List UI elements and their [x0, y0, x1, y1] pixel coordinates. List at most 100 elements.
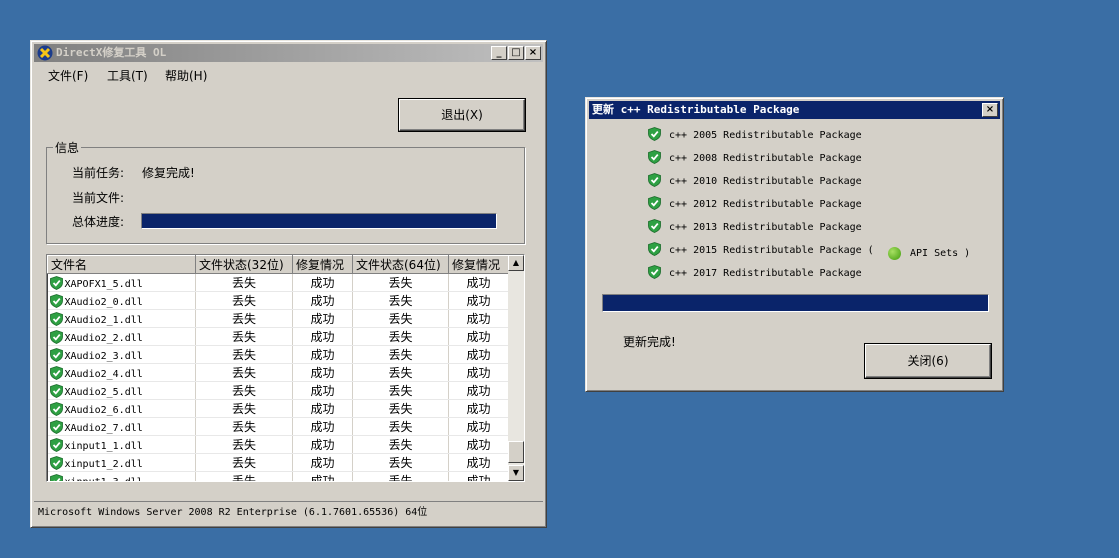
- cell-status-64: 丢失: [352, 435, 449, 454]
- table-row[interactable]: xinput1_1.dll 丢失 成功 丢失 成功: [47, 435, 509, 454]
- cell-repair-32-text: 成功: [310, 348, 335, 362]
- update-close-button[interactable]: ×: [982, 103, 998, 117]
- cell-repair-64: 成功: [448, 435, 509, 454]
- current-task-label: 当前任务:: [72, 166, 125, 180]
- package-item: c++ 2013 Redistributable Package: [648, 218, 862, 238]
- cell-filename-text: XAPOFX1_5.dll: [64, 278, 143, 290]
- cell-status-64: 丢失: [352, 471, 449, 481]
- cell-repair-32: 成功: [292, 381, 353, 400]
- cell-status-32: 丢失: [195, 435, 293, 454]
- cell-repair-32-text: 成功: [310, 312, 335, 326]
- cell-status-64-text: 丢失: [388, 366, 413, 380]
- scroll-down-button[interactable]: ▼: [508, 465, 524, 481]
- cell-status-32: 丢失: [195, 417, 293, 436]
- cell-repair-64: 成功: [448, 363, 509, 382]
- cell-status-32-text: 丢失: [231, 420, 256, 434]
- cell-filename: xinput1_1.dll: [47, 435, 196, 454]
- cell-status-64: 丢失: [352, 363, 449, 382]
- table-row[interactable]: XAudio2_3.dll 丢失 成功 丢失 成功: [47, 345, 509, 364]
- green-check-shield-icon: [648, 173, 661, 187]
- cell-status-64: 丢失: [352, 399, 449, 418]
- cell-repair-64: 成功: [448, 417, 509, 436]
- package-label: c++ 2013 Redistributable Package: [669, 222, 862, 233]
- api-sets-label: API Sets ): [910, 248, 971, 259]
- cell-status-32: 丢失: [195, 453, 293, 472]
- cell-filename: XAudio2_5.dll: [47, 381, 196, 400]
- green-check-shield-icon: [49, 275, 63, 290]
- maximize-button[interactable]: □: [508, 46, 524, 60]
- cell-filename-text: XAudio2_5.dll: [64, 386, 143, 398]
- update-close-dialog-button[interactable]: 关闭(6): [865, 344, 991, 378]
- cell-repair-32-text: 成功: [310, 402, 335, 416]
- green-check-shield-icon: [648, 242, 661, 256]
- cell-filename-text: XAudio2_7.dll: [64, 422, 143, 434]
- exit-button[interactable]: 退出(X): [399, 99, 525, 131]
- cell-repair-32: 成功: [292, 345, 353, 364]
- cell-filename-text: xinput1_1.dll: [64, 440, 143, 452]
- cell-filename-text: xinput1_3.dll: [64, 476, 143, 482]
- col-filename[interactable]: 文件名: [47, 255, 196, 274]
- cell-repair-64: 成功: [448, 327, 509, 346]
- cell-filename: XAudio2_6.dll: [47, 399, 196, 418]
- scroll-up-button[interactable]: ▲: [508, 255, 524, 271]
- table-row[interactable]: xinput1_3.dll 丢失 成功 丢失 成功: [47, 471, 509, 482]
- green-check-shield-icon: [49, 311, 63, 326]
- table-row[interactable]: XAudio2_2.dll 丢失 成功 丢失 成功: [47, 327, 509, 346]
- main-window-title: DirectX修复工具 OL: [56, 46, 167, 59]
- cell-status-32-text: 丢失: [231, 276, 256, 290]
- cell-status-64-text: 丢失: [388, 456, 413, 470]
- green-check-shield-icon: [49, 437, 63, 452]
- api-sets-icon: [888, 247, 901, 260]
- cell-status-32: 丢失: [195, 291, 293, 310]
- menu-file[interactable]: 文件(F): [48, 67, 88, 84]
- cell-status-64: 丢失: [352, 309, 449, 328]
- cell-filename: XAudio2_1.dll: [47, 309, 196, 328]
- col-repair-32[interactable]: 修复情况: [292, 255, 353, 274]
- col-status-32[interactable]: 文件状态(32位): [195, 255, 293, 274]
- cell-repair-64-text: 成功: [466, 366, 491, 380]
- col-status-64[interactable]: 文件状态(64位): [352, 255, 449, 274]
- update-progress-bar: [602, 294, 989, 312]
- update-dialog-title: 更新 c++ Redistributable Package: [592, 103, 800, 116]
- cell-status-32: 丢失: [195, 399, 293, 418]
- table-row[interactable]: XAudio2_4.dll 丢失 成功 丢失 成功: [47, 363, 509, 382]
- table-row[interactable]: XAudio2_7.dll 丢失 成功 丢失 成功: [47, 417, 509, 436]
- table-row[interactable]: XAudio2_0.dll 丢失 成功 丢失 成功: [47, 291, 509, 310]
- cell-status-32-text: 丢失: [231, 366, 256, 380]
- cell-status-32-text: 丢失: [231, 330, 256, 344]
- package-item: c++ 2008 Redistributable Package: [648, 149, 862, 169]
- scroll-thumb[interactable]: [508, 441, 524, 463]
- cell-filename-text: XAudio2_6.dll: [64, 404, 143, 416]
- table-row[interactable]: XAudio2_6.dll 丢失 成功 丢失 成功: [47, 399, 509, 418]
- cell-repair-32-text: 成功: [310, 276, 335, 290]
- cell-repair-32-text: 成功: [310, 366, 335, 380]
- main-titlebar[interactable]: DirectX修复工具 OL _ □ ×: [34, 44, 543, 62]
- green-check-shield-icon: [648, 196, 661, 210]
- cell-repair-64-text: 成功: [466, 438, 491, 452]
- cell-status-32-text: 丢失: [231, 456, 256, 470]
- cell-repair-64-text: 成功: [466, 456, 491, 470]
- file-list-scrollbar[interactable]: ▲ ▼: [508, 255, 524, 481]
- table-row[interactable]: XAudio2_5.dll 丢失 成功 丢失 成功: [47, 381, 509, 400]
- table-row[interactable]: XAPOFX1_5.dll 丢失 成功 丢失 成功: [47, 273, 509, 292]
- green-check-shield-icon: [49, 365, 63, 380]
- cell-filename: XAudio2_7.dll: [47, 417, 196, 436]
- table-row[interactable]: XAudio2_1.dll 丢失 成功 丢失 成功: [47, 309, 509, 328]
- cell-repair-64-text: 成功: [466, 330, 491, 344]
- menu-tools[interactable]: 工具(T): [107, 67, 148, 84]
- cell-status-64: 丢失: [352, 273, 449, 292]
- cell-status-32: 丢失: [195, 471, 293, 481]
- update-titlebar[interactable]: 更新 c++ Redistributable Package ×: [589, 101, 1000, 119]
- close-button[interactable]: ×: [525, 46, 541, 60]
- cell-status-64: 丢失: [352, 453, 449, 472]
- green-check-shield-icon: [49, 347, 63, 362]
- menu-help[interactable]: 帮助(H): [165, 67, 207, 84]
- col-repair-64[interactable]: 修复情况: [448, 255, 509, 274]
- cell-status-64: 丢失: [352, 345, 449, 364]
- minimize-button[interactable]: _: [491, 46, 507, 60]
- table-row[interactable]: xinput1_2.dll 丢失 成功 丢失 成功: [47, 453, 509, 472]
- cell-repair-64-text: 成功: [466, 312, 491, 326]
- package-label: c++ 2010 Redistributable Package: [669, 176, 862, 187]
- cell-repair-32: 成功: [292, 291, 353, 310]
- cell-status-32: 丢失: [195, 273, 293, 292]
